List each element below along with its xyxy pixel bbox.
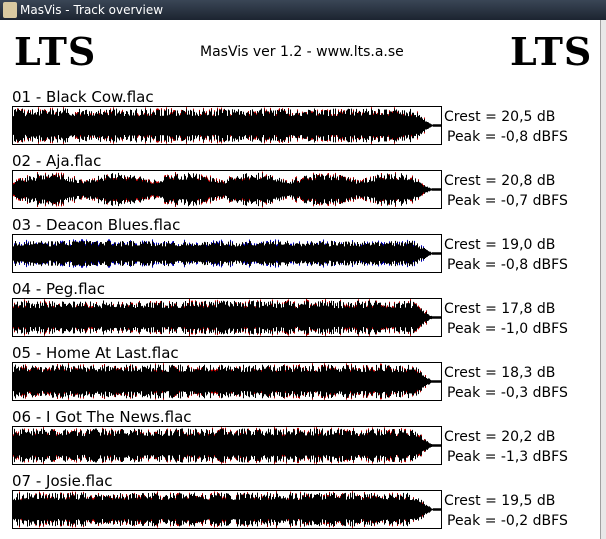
waveform-graph bbox=[13, 171, 441, 208]
track-row: 02 - Aja.flac Crest = 20,8 dB Peak = -0,… bbox=[12, 152, 592, 216]
track-name: 02 - Aja.flac bbox=[12, 152, 102, 170]
track-name: 03 - Deacon Blues.flac bbox=[12, 216, 181, 234]
waveform bbox=[12, 298, 442, 337]
logo-left: LTS bbox=[14, 29, 97, 74]
window-border bbox=[600, 20, 606, 539]
track-row: 06 - I Got The News.flac Crest = 20,2 dB… bbox=[12, 408, 592, 472]
peak-value: Peak = -0,8 dBFS bbox=[447, 257, 568, 273]
waveform bbox=[12, 426, 442, 465]
crest-value: Crest = 18,3 dB bbox=[444, 365, 556, 381]
waveform bbox=[12, 170, 442, 209]
peak-value: Peak = -1,3 dBFS bbox=[447, 449, 568, 465]
track-name: 06 - I Got The News.flac bbox=[12, 408, 192, 426]
waveform-graph bbox=[13, 107, 441, 144]
crest-value: Crest = 20,2 dB bbox=[444, 429, 556, 445]
track-name: 07 - Josie.flac bbox=[12, 472, 113, 490]
peak-value: Peak = -0,3 dBFS bbox=[447, 385, 568, 401]
waveform-graph bbox=[13, 239, 441, 268]
track-row: 07 - Josie.flac Crest = 19,5 dB Peak = -… bbox=[12, 472, 592, 536]
track-name: 01 - Black Cow.flac bbox=[12, 88, 154, 106]
peak-value: Peak = -0,7 dBFS bbox=[447, 193, 568, 209]
app-icon bbox=[3, 2, 17, 18]
logo-right: LTS bbox=[510, 29, 593, 74]
crest-value: Crest = 19,0 dB bbox=[444, 237, 556, 253]
waveform-graph bbox=[13, 491, 441, 528]
window-title: MasVis - Track overview bbox=[20, 3, 164, 17]
crest-value: Crest = 20,8 dB bbox=[444, 173, 556, 189]
crest-value: Crest = 19,5 dB bbox=[444, 493, 556, 509]
crest-value: Crest = 20,5 dB bbox=[444, 109, 556, 125]
waveform bbox=[12, 234, 442, 273]
version-text: MasVis ver 1.2 - www.lts.a.se bbox=[200, 44, 404, 60]
track-row: 04 - Peg.flac Crest = 17,8 dB Peak = -1,… bbox=[12, 280, 592, 344]
waveform bbox=[12, 106, 442, 145]
waveform-graph bbox=[13, 299, 441, 336]
waveform bbox=[12, 490, 442, 529]
track-name: 04 - Peg.flac bbox=[12, 280, 105, 298]
peak-value: Peak = -0,2 dBFS bbox=[447, 513, 568, 529]
waveform-graph bbox=[13, 427, 441, 464]
waveform bbox=[12, 362, 442, 401]
title-bar: MasVis - Track overview bbox=[0, 0, 606, 20]
track-name: 05 - Home At Last.flac bbox=[12, 344, 179, 362]
track-row: 03 - Deacon Blues.flac Crest = 19,0 dB P… bbox=[12, 216, 592, 280]
track-row: 05 - Home At Last.flac Crest = 18,3 dB P… bbox=[12, 344, 592, 408]
peak-value: Peak = -1,0 dBFS bbox=[447, 321, 568, 337]
peak-value: Peak = -0,8 dBFS bbox=[447, 129, 568, 145]
track-row: 01 - Black Cow.flac Crest = 20,5 dB Peak… bbox=[12, 88, 592, 152]
crest-value: Crest = 17,8 dB bbox=[444, 301, 556, 317]
waveform-graph bbox=[13, 363, 441, 400]
